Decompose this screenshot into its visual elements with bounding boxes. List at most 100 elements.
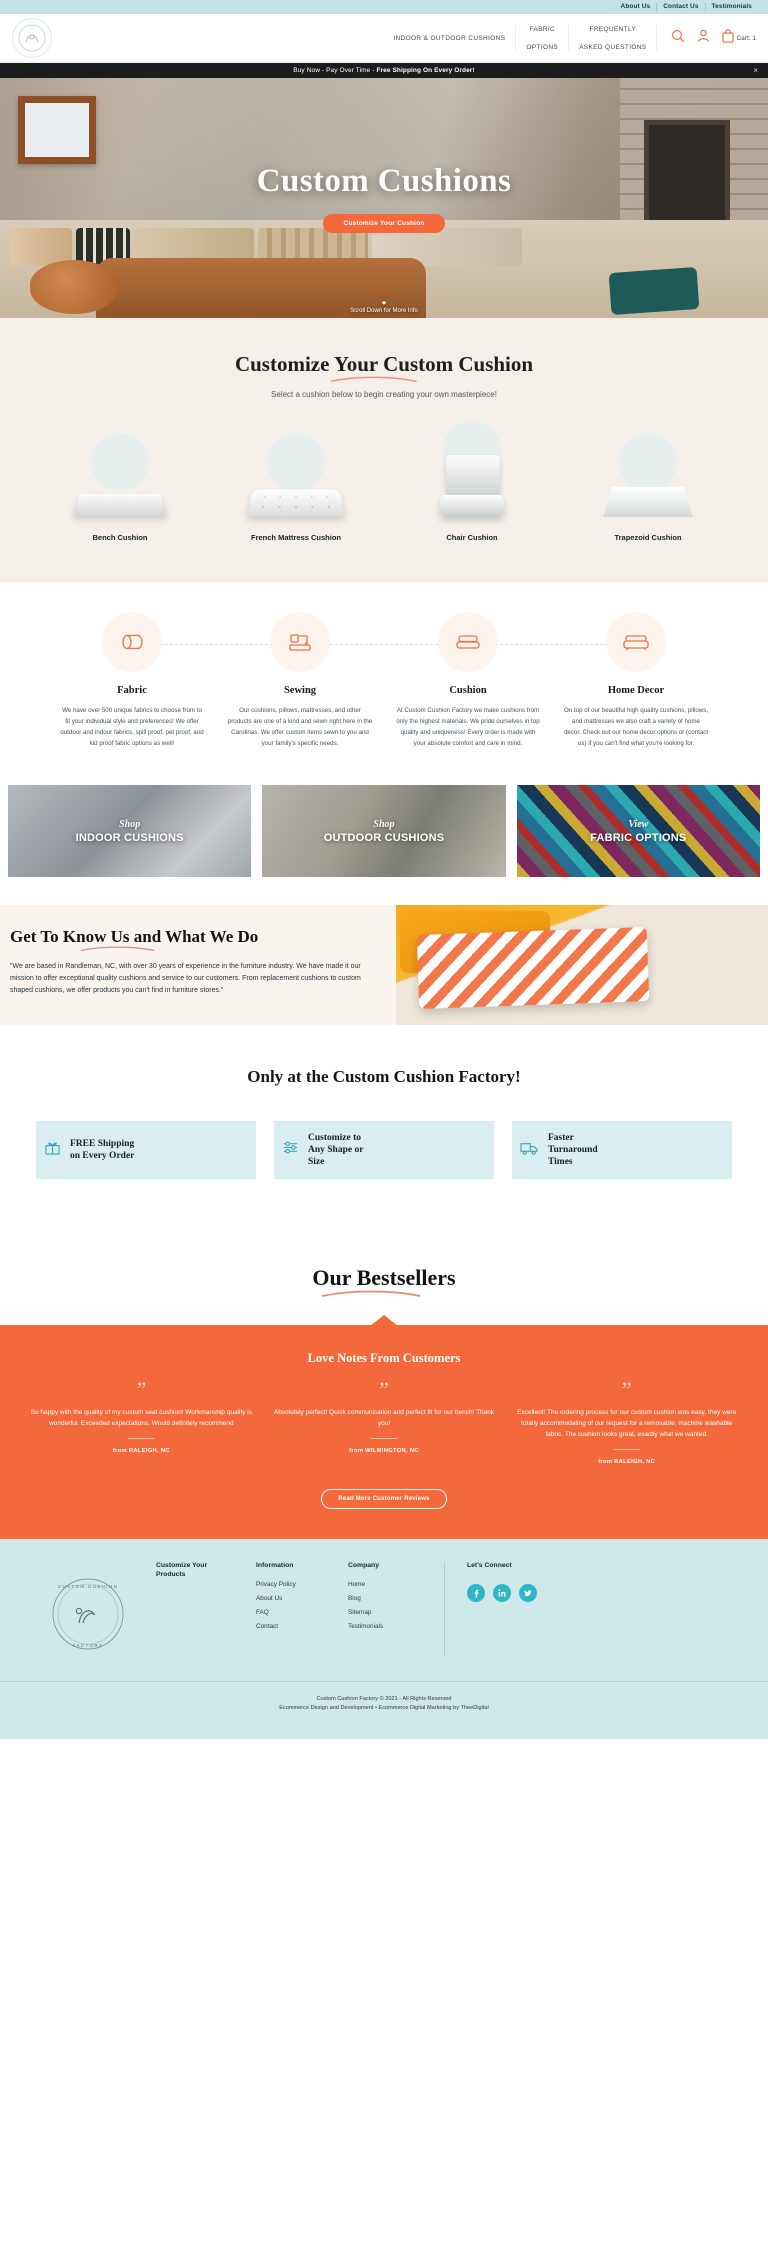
footer-link-sitemap[interactable]: Sitemap <box>348 1609 420 1616</box>
footer-column-heading: Company <box>348 1562 379 1569</box>
banner-indoor-cushions[interactable]: Shop INDOOR CUSHIONS <box>8 785 252 877</box>
benefit-label: Faster Turnaround Times <box>548 1132 598 1168</box>
nav-label-line2: ASKED QUESTIONS <box>579 43 647 51</box>
customize-your-cushion-button[interactable]: Customize Your Cushion <box>323 214 445 233</box>
banner-action: View <box>628 818 649 830</box>
chair-cushion-icon <box>440 455 504 517</box>
cushion-card-trapezoid[interactable]: Trapezoid Cushion <box>560 433 736 542</box>
footer-link-testimonials[interactable]: Testimonials <box>348 1623 420 1630</box>
benefit-line2: Any Shape or <box>308 1145 364 1155</box>
footer-copyright: Custom Cushion Factory © 2021 - All Righ… <box>316 1696 452 1702</box>
scroll-down-hint[interactable]: • Scroll Down for More Info <box>0 296 768 314</box>
announcement-plain: Buy Now - Pay Over Time - <box>293 67 377 74</box>
footer-link-contact[interactable]: Contact <box>256 1623 320 1630</box>
cushion-card-french-mattress[interactable]: French Mattress Cushion <box>208 433 384 542</box>
footer-credit: Ecommerce Design and Development • Ecomm… <box>279 1705 489 1711</box>
footer-logo[interactable]: CUSTOM CUSHION FACTORY <box>34 1561 142 1669</box>
benefit-line3: Times <box>548 1157 573 1167</box>
customize-section: Customize Your Custom Cushion Select a c… <box>0 318 768 582</box>
bestsellers-title-wrap: Our Bestsellers <box>312 1265 456 1297</box>
testimonials-section: Love Notes From Customers ” So happy wit… <box>0 1325 768 1539</box>
cushion-stack-icon <box>438 612 498 672</box>
feature-title: Fabric <box>117 685 147 696</box>
fabric-roll-icon <box>102 612 162 672</box>
benefit-line2: on Every Order <box>70 1151 135 1161</box>
banner-fabric-options[interactable]: View FABRIC OPTIONS <box>516 785 760 877</box>
cushion-card-chair[interactable]: Chair Cushion <box>384 421 560 542</box>
feature-title: Home Decor <box>607 685 665 696</box>
feature-title: Sewing <box>283 685 317 696</box>
footer-link-about-us[interactable]: About Us <box>256 1595 320 1602</box>
cushion-type-grid: Bench Cushion French Mattress Cushion Ch… <box>0 421 768 542</box>
close-icon[interactable]: × <box>753 66 758 75</box>
benefit-line1: Customize to <box>308 1133 362 1143</box>
about-title: Get To Know Us and What We Do <box>10 927 259 946</box>
linkedin-icon[interactable] <box>493 1584 511 1602</box>
about-text-panel: Get To Know Us and What We Do "We are ba… <box>0 905 396 1025</box>
testimonial-author: from RALEIGH, NC <box>112 1448 170 1454</box>
sofa-icon <box>606 612 666 672</box>
benefit-customize: Customize to Any Shape or Size <box>274 1121 494 1179</box>
read-more-reviews-button[interactable]: Read More Customer Reviews <box>321 1489 447 1509</box>
underline-swoosh-icon <box>331 376 418 382</box>
benefit-line1: FREE Shipping <box>70 1139 135 1149</box>
header-icons: Cart: 1 <box>657 28 756 48</box>
cushion-card-bench[interactable]: Bench Cushion <box>32 433 208 542</box>
nav-label-line1: FABRIC <box>529 25 556 33</box>
benefits-row: FREE Shipping on Every Order Customize t… <box>0 1121 768 1179</box>
footer-link-faq[interactable]: FAQ <box>256 1609 320 1616</box>
twitter-icon[interactable] <box>519 1584 537 1602</box>
sliders-icon <box>282 1139 299 1161</box>
scroll-hint-label: Scroll Down for More Info <box>350 308 418 314</box>
utility-link-contact-us[interactable]: Contact Us <box>656 3 704 11</box>
nav-label: INDOOR & OUTDOOR CUSHIONS <box>393 34 506 42</box>
search-icon[interactable] <box>671 29 685 48</box>
footer-column-heading: Information <box>256 1562 294 1569</box>
cushion-label: Chair Cushion <box>446 533 498 542</box>
sewing-machine-icon <box>270 612 330 672</box>
facebook-icon[interactable] <box>467 1584 485 1602</box>
nav-fabric-options[interactable]: FABRIC OPTIONS <box>516 25 570 51</box>
gift-shipping-icon <box>44 1139 61 1161</box>
footer-column-heading: Customize Your Products <box>156 1561 228 1579</box>
nav-frequently-asked-questions[interactable]: FREQUENTLY ASKED QUESTIONS <box>569 25 658 51</box>
features-section: Fabric We have over 500 unique fabrics t… <box>0 582 768 785</box>
about-body: "We are based in Randleman, NC, with ove… <box>10 963 361 994</box>
bestsellers-title: Our Bestsellers <box>312 1265 456 1290</box>
only-at-section: Only at the Custom Cushion Factory! FREE… <box>0 1025 768 1225</box>
cushion-label: Trapezoid Cushion <box>614 533 682 542</box>
footer-link-privacy-policy[interactable]: Privacy Policy <box>256 1581 320 1588</box>
cushion-image <box>208 433 384 517</box>
banner-outdoor-cushions[interactable]: Shop OUTDOOR CUSHIONS <box>262 785 506 877</box>
social-links <box>467 1584 537 1602</box>
site-footer: CUSTOM CUSHION FACTORY Customize Your Pr… <box>0 1539 768 1739</box>
site-logo[interactable] <box>12 18 52 58</box>
footer-link-blog[interactable]: Blog <box>348 1595 420 1602</box>
nav-indoor-outdoor-cushions[interactable]: INDOOR & OUTDOOR CUSHIONS <box>383 25 517 51</box>
bestsellers-section: Our Bestsellers <box>0 1225 768 1325</box>
cart-icon <box>722 28 735 48</box>
banner-action: Shop <box>373 818 395 830</box>
utility-link-testimonials[interactable]: Testimonials <box>704 3 758 11</box>
hero-title: Custom Cushions <box>256 163 512 199</box>
announcement-text: Buy Now - Pay Over Time - Free Shipping … <box>293 67 474 74</box>
nav-label-line1: FREQUENTLY <box>589 25 637 33</box>
hero-banner: Custom Cushions Customize Your Cushion •… <box>0 78 768 318</box>
account-icon[interactable] <box>697 29 710 48</box>
about-section: Get To Know Us and What We Do "We are ba… <box>0 905 768 1025</box>
testimonials-title: Love Notes From Customers <box>307 1351 461 1365</box>
footer-connect-heading: Let's Connect <box>467 1562 512 1569</box>
footer-heading-line2: Products <box>156 1571 186 1578</box>
cart-button[interactable]: Cart: 1 <box>722 28 756 48</box>
cushion-halo <box>619 433 677 491</box>
footer-link-home[interactable]: Home <box>348 1581 420 1588</box>
utility-link-about-us[interactable]: About Us <box>615 3 657 11</box>
announcement-bar: Buy Now - Pay Over Time - Free Shipping … <box>0 63 768 78</box>
about-title-wrap: Get To Know Us and What We Do <box>10 927 259 952</box>
underline-swoosh-icon <box>80 946 154 952</box>
feature-home-decor: Home Decor On top of our beautiful high … <box>552 612 720 749</box>
cushion-label: Bench Cushion <box>92 533 148 542</box>
quote-icon: ” <box>621 1377 632 1402</box>
feature-fabric: Fabric We have over 500 unique fabrics t… <box>48 612 216 749</box>
cushion-image <box>560 433 736 517</box>
